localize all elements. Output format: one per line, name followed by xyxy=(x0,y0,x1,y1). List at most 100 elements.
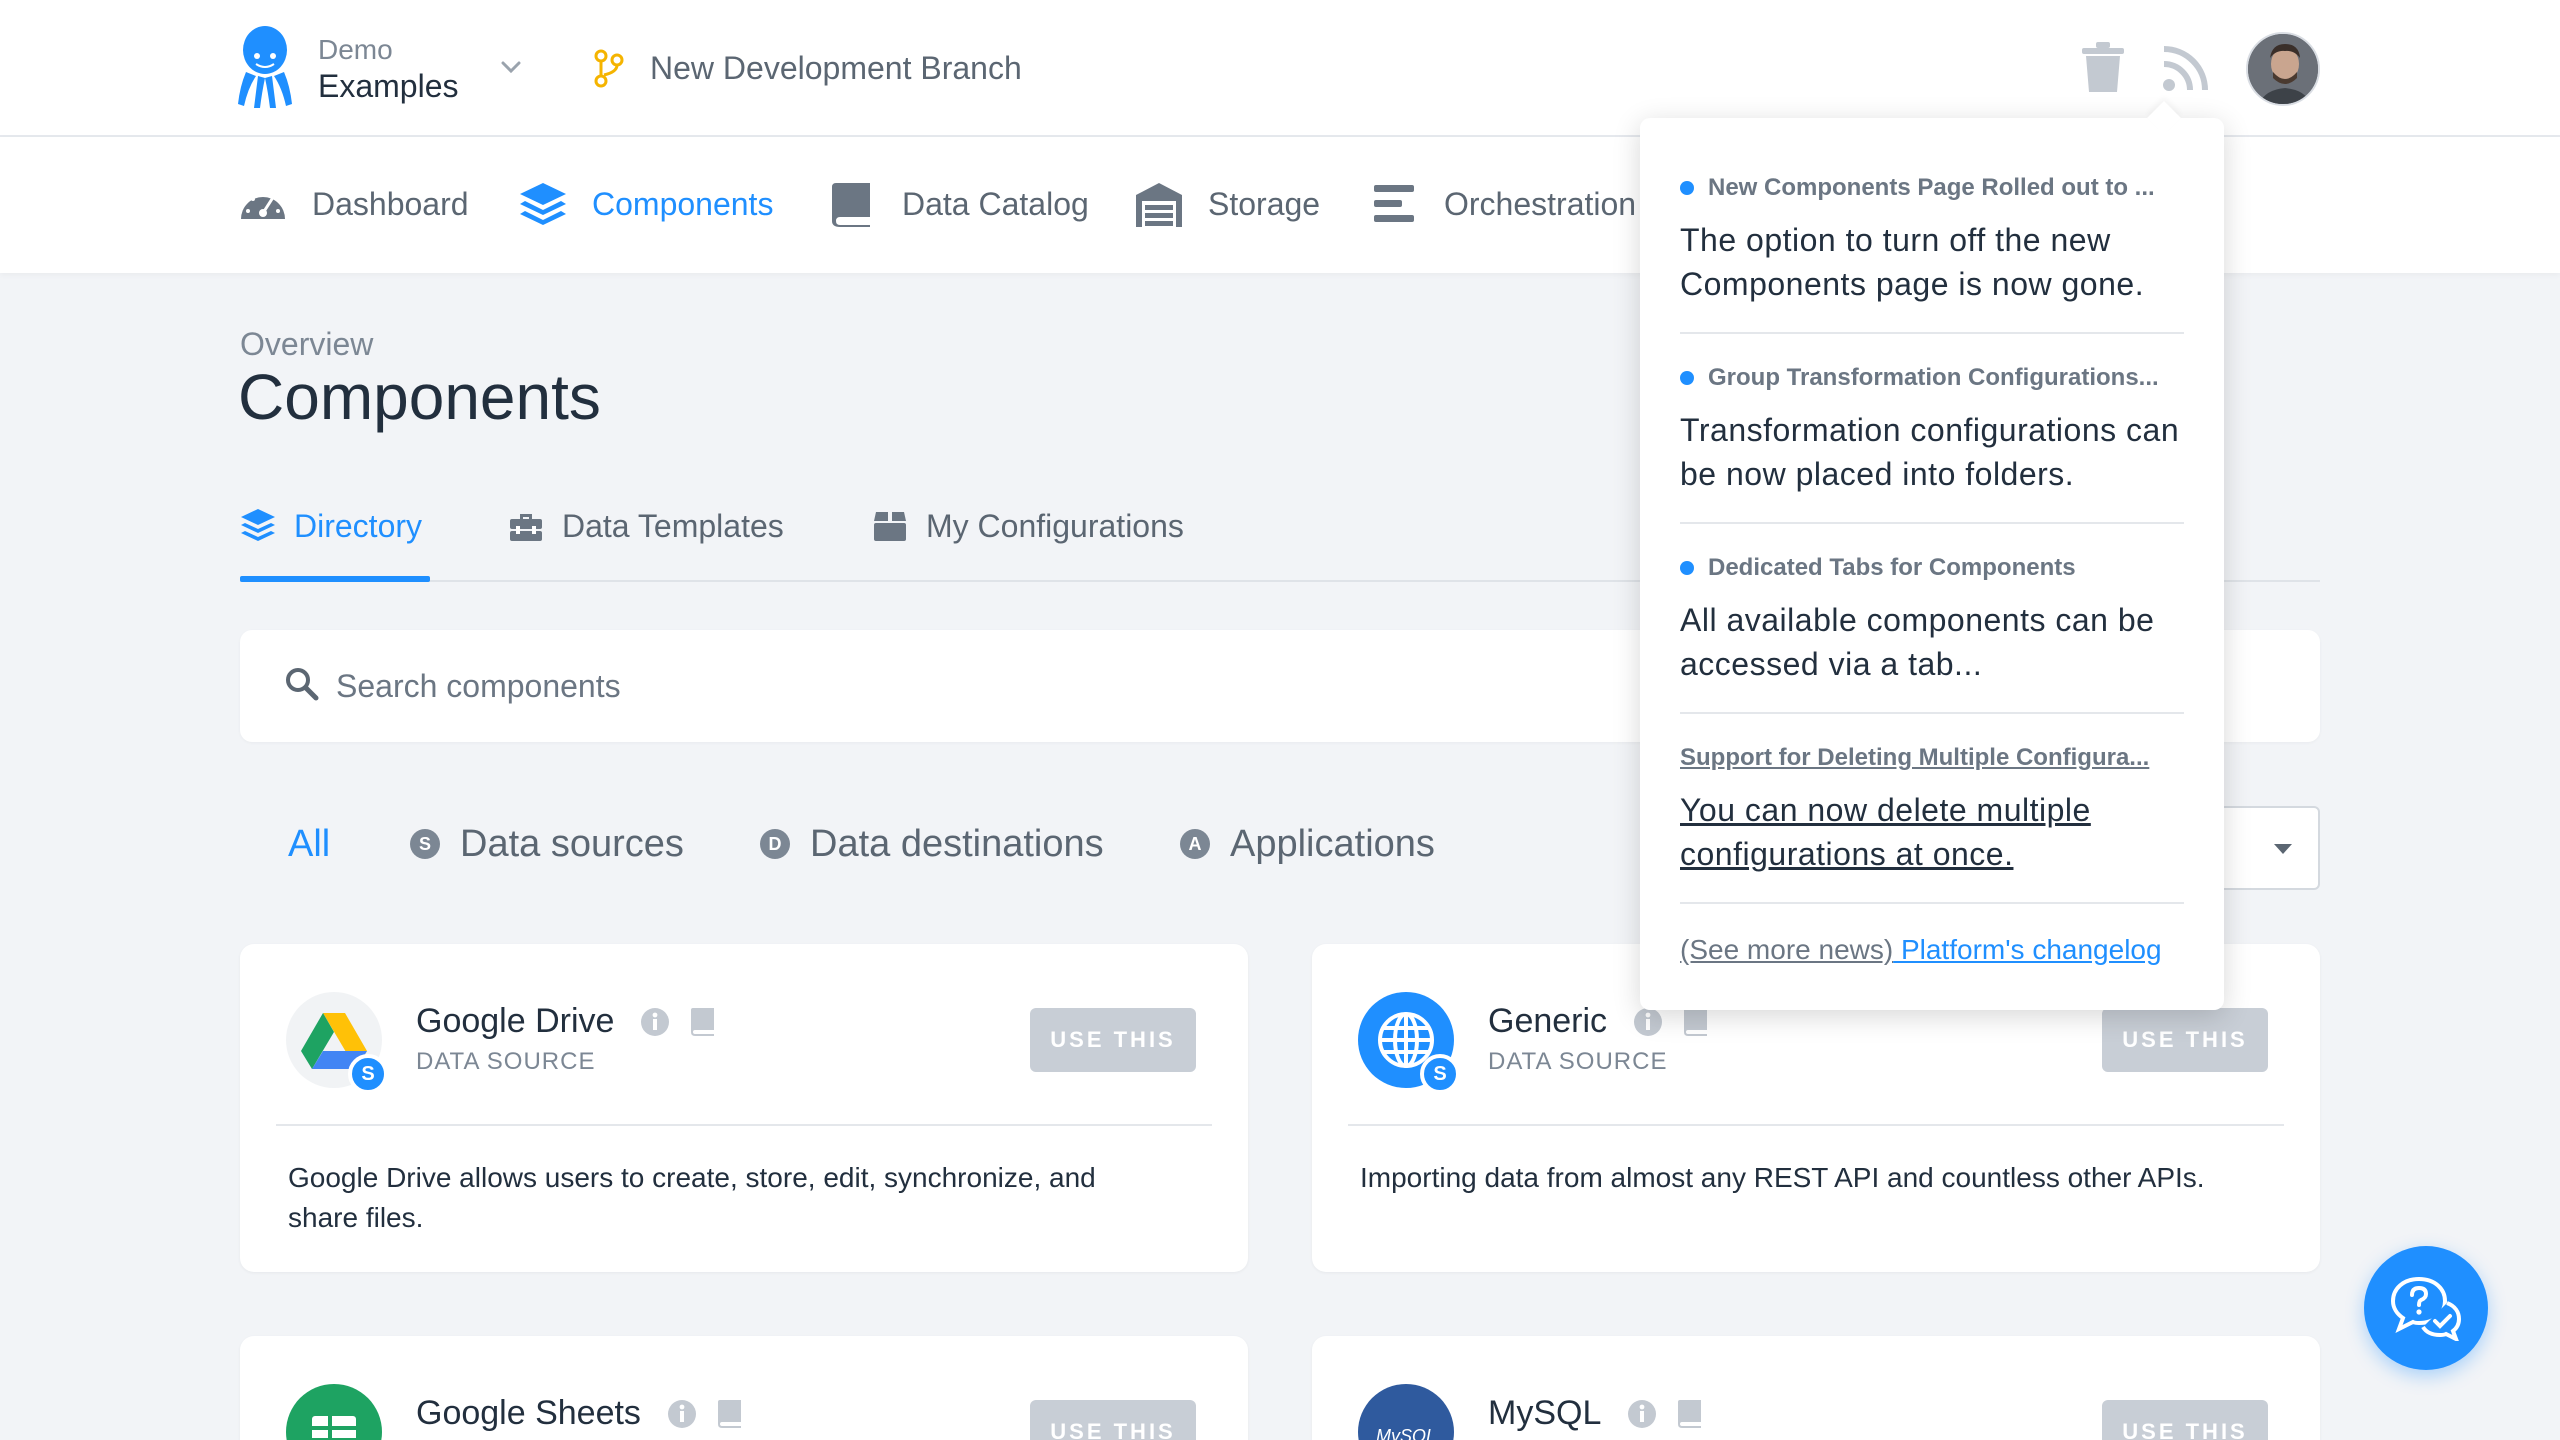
filter-data-destinations[interactable]: D Data destinations xyxy=(760,818,1104,870)
tab-data-templates[interactable]: Data Templates xyxy=(508,498,784,554)
card-divider xyxy=(1348,1124,2284,1126)
use-this-button[interactable]: USE THIS xyxy=(1030,1008,1196,1072)
nav-dashboard[interactable]: Dashboard xyxy=(238,179,469,229)
nav-storage[interactable]: Storage xyxy=(1134,179,1320,229)
breadcrumb[interactable]: Overview xyxy=(240,326,373,363)
unread-dot-icon xyxy=(1680,181,1694,195)
card-type: DATA SOURCE xyxy=(1488,1048,1668,1075)
info-icon[interactable] xyxy=(1627,1399,1657,1429)
nav-label: Orchestration xyxy=(1444,185,1637,222)
card-type: DATA SOURCE xyxy=(416,1048,596,1075)
layers-icon xyxy=(241,509,275,541)
page-title: Components xyxy=(238,361,601,433)
news-item[interactable]: Dedicated Tabs for Components All availa… xyxy=(1680,552,2184,686)
news-headline: Support for Deleting Multiple Configura.… xyxy=(1680,742,2184,774)
news-headline: New Components Page Rolled out to ... xyxy=(1680,172,2184,204)
filter-data-sources[interactable]: S Data sources xyxy=(410,818,684,870)
see-more-news-link[interactable]: (See more news) xyxy=(1680,934,1893,965)
news-item[interactable]: New Components Page Rolled out to ... Th… xyxy=(1680,172,2184,306)
nav-data-catalog[interactable]: Data Catalog xyxy=(828,179,1089,229)
nav-components[interactable]: Components xyxy=(518,179,773,229)
component-card-google-drive[interactable]: S Google Drive DATA SOURCE USE THIS Goog… xyxy=(240,944,1248,1272)
mysql-logo-text: MySQL xyxy=(1375,1426,1436,1440)
news-divider xyxy=(1680,332,2184,334)
info-icon[interactable] xyxy=(667,1399,697,1429)
card-logo: S xyxy=(1358,992,1460,1094)
bars-icon xyxy=(1374,185,1414,222)
tab-directory[interactable]: Directory xyxy=(240,498,422,554)
project-org: Demo xyxy=(318,34,393,65)
user-avatar[interactable] xyxy=(2246,32,2320,106)
card-title: Generic xyxy=(1488,1002,1608,1040)
nav-label: Storage xyxy=(1208,185,1321,222)
news-body: Transformation configurations can be now… xyxy=(1680,412,2180,492)
help-chat-button[interactable] xyxy=(2364,1246,2488,1370)
news-item[interactable]: Group Transformation Configurations... T… xyxy=(1680,362,2184,496)
branch-name: New Development Branch xyxy=(650,49,1022,86)
component-card-mysql[interactable]: MySQL MySQL USE THIS xyxy=(1312,1336,2320,1440)
card-description: Importing data from almost any REST API … xyxy=(1360,1162,2205,1193)
card-logo: S xyxy=(286,992,388,1094)
documentation-icon[interactable] xyxy=(1683,1007,1709,1037)
nav-label: Data Catalog xyxy=(902,185,1089,222)
news-headline-text: Dedicated Tabs for Components xyxy=(1708,554,2076,581)
search-icon xyxy=(286,668,319,701)
project-switcher[interactable]: Demo Examples xyxy=(318,34,459,105)
layers-icon xyxy=(520,183,566,225)
card-title-row: MySQL xyxy=(1488,1394,1703,1433)
keboola-octopus-logo[interactable] xyxy=(236,26,294,110)
filter-all[interactable]: All xyxy=(288,818,330,870)
documentation-icon[interactable] xyxy=(717,1399,743,1429)
use-this-button[interactable]: USE THIS xyxy=(2102,1008,2268,1072)
card-logo: MySQL xyxy=(1358,1384,1454,1440)
news-footer: (See more news) Platform's changelog xyxy=(1680,934,2162,966)
info-icon[interactable] xyxy=(640,1007,670,1037)
card-title: MySQL xyxy=(1488,1394,1602,1432)
news-divider xyxy=(1680,902,2184,904)
use-this-button[interactable]: USE THIS xyxy=(1030,1400,1196,1440)
git-branch-icon xyxy=(594,49,624,88)
trash-icon[interactable] xyxy=(2080,42,2126,94)
unread-dot-icon xyxy=(1680,371,1694,385)
tab-label: My Configurations xyxy=(926,507,1184,544)
component-card-google-sheets[interactable]: Google Sheets USE THIS xyxy=(240,1336,1248,1440)
filter-label: Applications xyxy=(1230,822,1435,865)
documentation-icon[interactable] xyxy=(1677,1399,1703,1429)
source-badge-icon: S xyxy=(1420,1054,1460,1094)
source-badge-icon: S xyxy=(410,829,440,859)
tab-my-configurations[interactable]: My Configurations xyxy=(872,498,1184,554)
filter-applications[interactable]: A Applications xyxy=(1180,818,1435,870)
news-body: You can now delete multiple configuratio… xyxy=(1680,792,2091,872)
card-title-row: Google Sheets xyxy=(416,1394,743,1433)
destination-badge-icon: D xyxy=(760,829,790,859)
chat-help-icon xyxy=(2390,1276,2462,1341)
news-headline-text: New Components Page Rolled out to ... xyxy=(1708,174,2155,201)
google-sheets-icon xyxy=(312,1416,356,1440)
info-icon[interactable] xyxy=(1633,1007,1663,1037)
rss-icon[interactable] xyxy=(2162,46,2208,92)
news-headline-text: Support for Deleting Multiple Configura.… xyxy=(1680,744,2150,771)
caret-down-icon xyxy=(2274,844,2292,854)
news-body: The option to turn off the new Component… xyxy=(1680,222,2145,302)
source-badge-icon: S xyxy=(348,1054,388,1094)
card-description: Google Drive allows users to create, sto… xyxy=(288,1162,1096,1233)
nav-label: Components xyxy=(592,185,774,222)
chevron-down-icon[interactable] xyxy=(496,52,526,82)
application-badge-icon: A xyxy=(1180,829,1210,859)
card-title-row: Google Drive xyxy=(416,1002,716,1041)
documentation-icon[interactable] xyxy=(690,1007,716,1037)
active-tab-indicator xyxy=(240,576,430,582)
nav-orchestration[interactable]: Orchestration xyxy=(1370,179,1636,229)
tab-label: Data Templates xyxy=(562,507,784,544)
branch-selector[interactable]: New Development Branch xyxy=(592,48,1022,88)
project-name: Examples xyxy=(318,68,459,104)
news-headline-text: Group Transformation Configurations... xyxy=(1708,364,2159,391)
filter-label: Data sources xyxy=(460,822,684,865)
use-this-button[interactable]: USE THIS xyxy=(2102,1400,2268,1440)
news-item[interactable]: Support for Deleting Multiple Configura.… xyxy=(1680,742,2184,876)
changelog-link[interactable]: Platform's changelog xyxy=(1893,934,2162,965)
warehouse-icon xyxy=(1136,183,1182,227)
search-input[interactable] xyxy=(336,660,1736,712)
news-headline: Dedicated Tabs for Components xyxy=(1680,552,2184,584)
filter-label: All xyxy=(288,822,331,865)
